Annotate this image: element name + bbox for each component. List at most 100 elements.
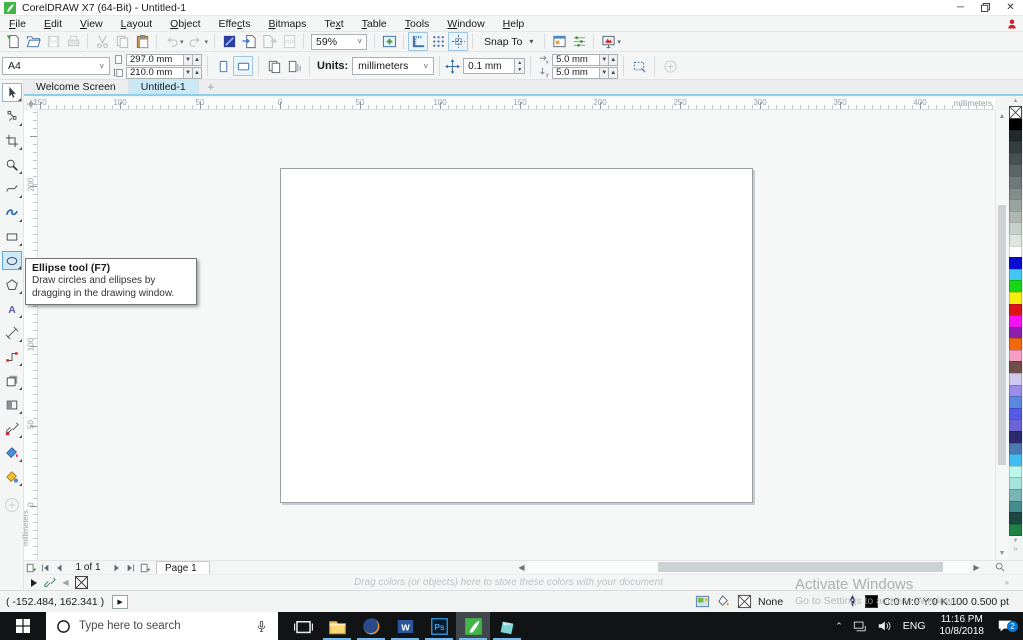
- taskbar-corel-capture-icon[interactable]: [490, 612, 524, 640]
- scroll-down-button[interactable]: ▼: [996, 547, 1008, 560]
- menu-edit[interactable]: Edit: [35, 18, 71, 30]
- page-height-down[interactable]: ▼: [184, 66, 193, 79]
- tab-welcome-screen[interactable]: Welcome Screen: [24, 80, 129, 94]
- new-tab-button[interactable]: +: [199, 80, 223, 94]
- add-page-button[interactable]: [24, 561, 38, 574]
- search-content-icon[interactable]: [219, 32, 239, 51]
- dup-y-up[interactable]: ▲: [609, 66, 619, 79]
- taskbar-task-view-icon[interactable]: [286, 612, 320, 640]
- scroll-left-button[interactable]: ◀: [515, 563, 528, 572]
- menu-text[interactable]: Text: [315, 18, 352, 30]
- freehand-tool[interactable]: [2, 179, 22, 198]
- snap-to-dropdown[interactable]: Snap To ▾: [477, 36, 540, 48]
- taskbar-file-explorer-icon[interactable]: [320, 612, 354, 640]
- start-button[interactable]: [0, 612, 46, 640]
- previous-page-button[interactable]: [52, 561, 66, 574]
- palette-expand-icon[interactable]: »: [1014, 546, 1018, 556]
- pick-tool[interactable]: [1, 83, 22, 102]
- text-tool[interactable]: A: [2, 299, 22, 318]
- app-launcher-dropdown-caret[interactable]: ▾: [617, 38, 621, 46]
- ellipse-tool[interactable]: [1, 251, 22, 270]
- horizontal-scrollbar[interactable]: ◀ ▶: [515, 561, 983, 573]
- page-width-up[interactable]: ▲: [193, 53, 202, 66]
- language-indicator[interactable]: ENG: [896, 620, 933, 632]
- next-page-button[interactable]: [110, 561, 124, 574]
- document-none-swatch[interactable]: [75, 576, 88, 589]
- restore-button[interactable]: [973, 0, 998, 15]
- import-icon[interactable]: [239, 32, 259, 51]
- rectangle-tool[interactable]: [2, 227, 22, 246]
- palette-color-35[interactable]: [1009, 523, 1022, 537]
- menu-file[interactable]: File: [0, 18, 35, 30]
- pan-zoom-icon[interactable]: [993, 561, 1007, 573]
- dup-x-down[interactable]: ▼: [600, 53, 610, 66]
- duplicate-y-field[interactable]: 5.0 mm: [552, 66, 601, 79]
- units-combo[interactable]: millimeters ˅: [352, 57, 435, 75]
- transparency-tool[interactable]: [2, 395, 22, 414]
- palette-scroll-down-icon[interactable]: ▼: [1013, 536, 1019, 546]
- scroll-up-button[interactable]: ▲: [996, 110, 1008, 123]
- nudge-spinner[interactable]: ▲ ▼: [515, 58, 526, 74]
- menu-effects[interactable]: Effects: [210, 18, 260, 30]
- color-eyedropper-tool[interactable]: [2, 419, 22, 438]
- smart-fill-tool[interactable]: [2, 467, 22, 486]
- action-center-button[interactable]: 2: [991, 618, 1023, 634]
- last-page-button[interactable]: [124, 561, 138, 574]
- page-height-up[interactable]: ▲: [193, 66, 202, 79]
- drawing-canvas[interactable]: [38, 110, 995, 560]
- drop-shadow-tool[interactable]: [2, 371, 22, 390]
- show-grid-icon[interactable]: [428, 32, 448, 51]
- page-tab[interactable]: Page 1: [156, 561, 210, 574]
- menu-table[interactable]: Table: [353, 18, 396, 30]
- dup-y-down[interactable]: ▼: [600, 66, 610, 79]
- close-button[interactable]: ✕: [998, 0, 1023, 15]
- object-info-icon[interactable]: [695, 594, 710, 609]
- no-color-swatch[interactable]: [1009, 106, 1022, 119]
- page-height-field[interactable]: 210.0 mm: [126, 66, 184, 79]
- palette-scroll-up-icon[interactable]: ▲: [1013, 96, 1019, 106]
- customize-icon[interactable]: [569, 32, 589, 51]
- open-document-icon[interactable]: [23, 32, 43, 51]
- fill-color-icon[interactable]: [716, 594, 731, 609]
- horizontal-scroll-thumb[interactable]: [658, 562, 943, 572]
- shape-tool[interactable]: [2, 107, 22, 126]
- nudge-field[interactable]: 0.1 mm: [463, 58, 516, 74]
- menu-help[interactable]: Help: [494, 18, 534, 30]
- dup-x-up[interactable]: ▲: [609, 53, 619, 66]
- menu-tools[interactable]: Tools: [396, 18, 439, 30]
- crop-tool[interactable]: [2, 131, 22, 150]
- network-icon[interactable]: [848, 612, 872, 640]
- first-page-button[interactable]: [38, 561, 52, 574]
- all-pages-button[interactable]: [264, 56, 284, 76]
- menu-window[interactable]: Window: [438, 18, 493, 30]
- polygon-tool[interactable]: [2, 275, 22, 294]
- show-guidelines-icon[interactable]: [448, 32, 469, 51]
- palette-expand-icon[interactable]: »: [1005, 578, 1009, 587]
- current-page-button[interactable]: [284, 56, 304, 76]
- signin-icon[interactable]: [1005, 18, 1019, 30]
- coordinates-flyout-button[interactable]: ▶: [112, 594, 129, 609]
- interactive-fill-tool[interactable]: [2, 443, 22, 462]
- eyedropper-icon[interactable]: [43, 576, 56, 589]
- palette-flyout-icon[interactable]: [27, 576, 40, 589]
- outline-pen-icon[interactable]: [845, 594, 860, 609]
- new-document-icon[interactable]: [3, 32, 23, 51]
- menu-object[interactable]: Object: [161, 18, 209, 30]
- fullscreen-preview-icon[interactable]: [379, 32, 399, 51]
- artistic-media-tool[interactable]: [2, 203, 22, 222]
- page-width-field[interactable]: 297.0 mm: [126, 53, 184, 66]
- portrait-button[interactable]: [213, 56, 233, 76]
- duplicate-x-field[interactable]: 5.0 mm: [552, 53, 601, 66]
- menu-layout[interactable]: Layout: [112, 18, 162, 30]
- minimize-button[interactable]: ─: [948, 0, 973, 15]
- taskbar-firefox-icon[interactable]: [354, 612, 388, 640]
- taskbar-word-icon[interactable]: w: [388, 612, 422, 640]
- horizontal-ruler[interactable]: millimeters 150 100 50 0 50 100 150 200 250 300 350…: [33, 98, 995, 110]
- show-rulers-icon[interactable]: [408, 32, 429, 51]
- treat-as-filled-button[interactable]: [629, 56, 649, 76]
- paste-icon[interactable]: [132, 32, 152, 51]
- page-size-combo[interactable]: A4 ˅: [2, 57, 110, 75]
- vertical-scrollbar[interactable]: ▲ ▼: [995, 110, 1008, 560]
- add-page-button-2[interactable]: [138, 561, 152, 574]
- taskbar-photoshop-icon[interactable]: Ps: [422, 612, 456, 640]
